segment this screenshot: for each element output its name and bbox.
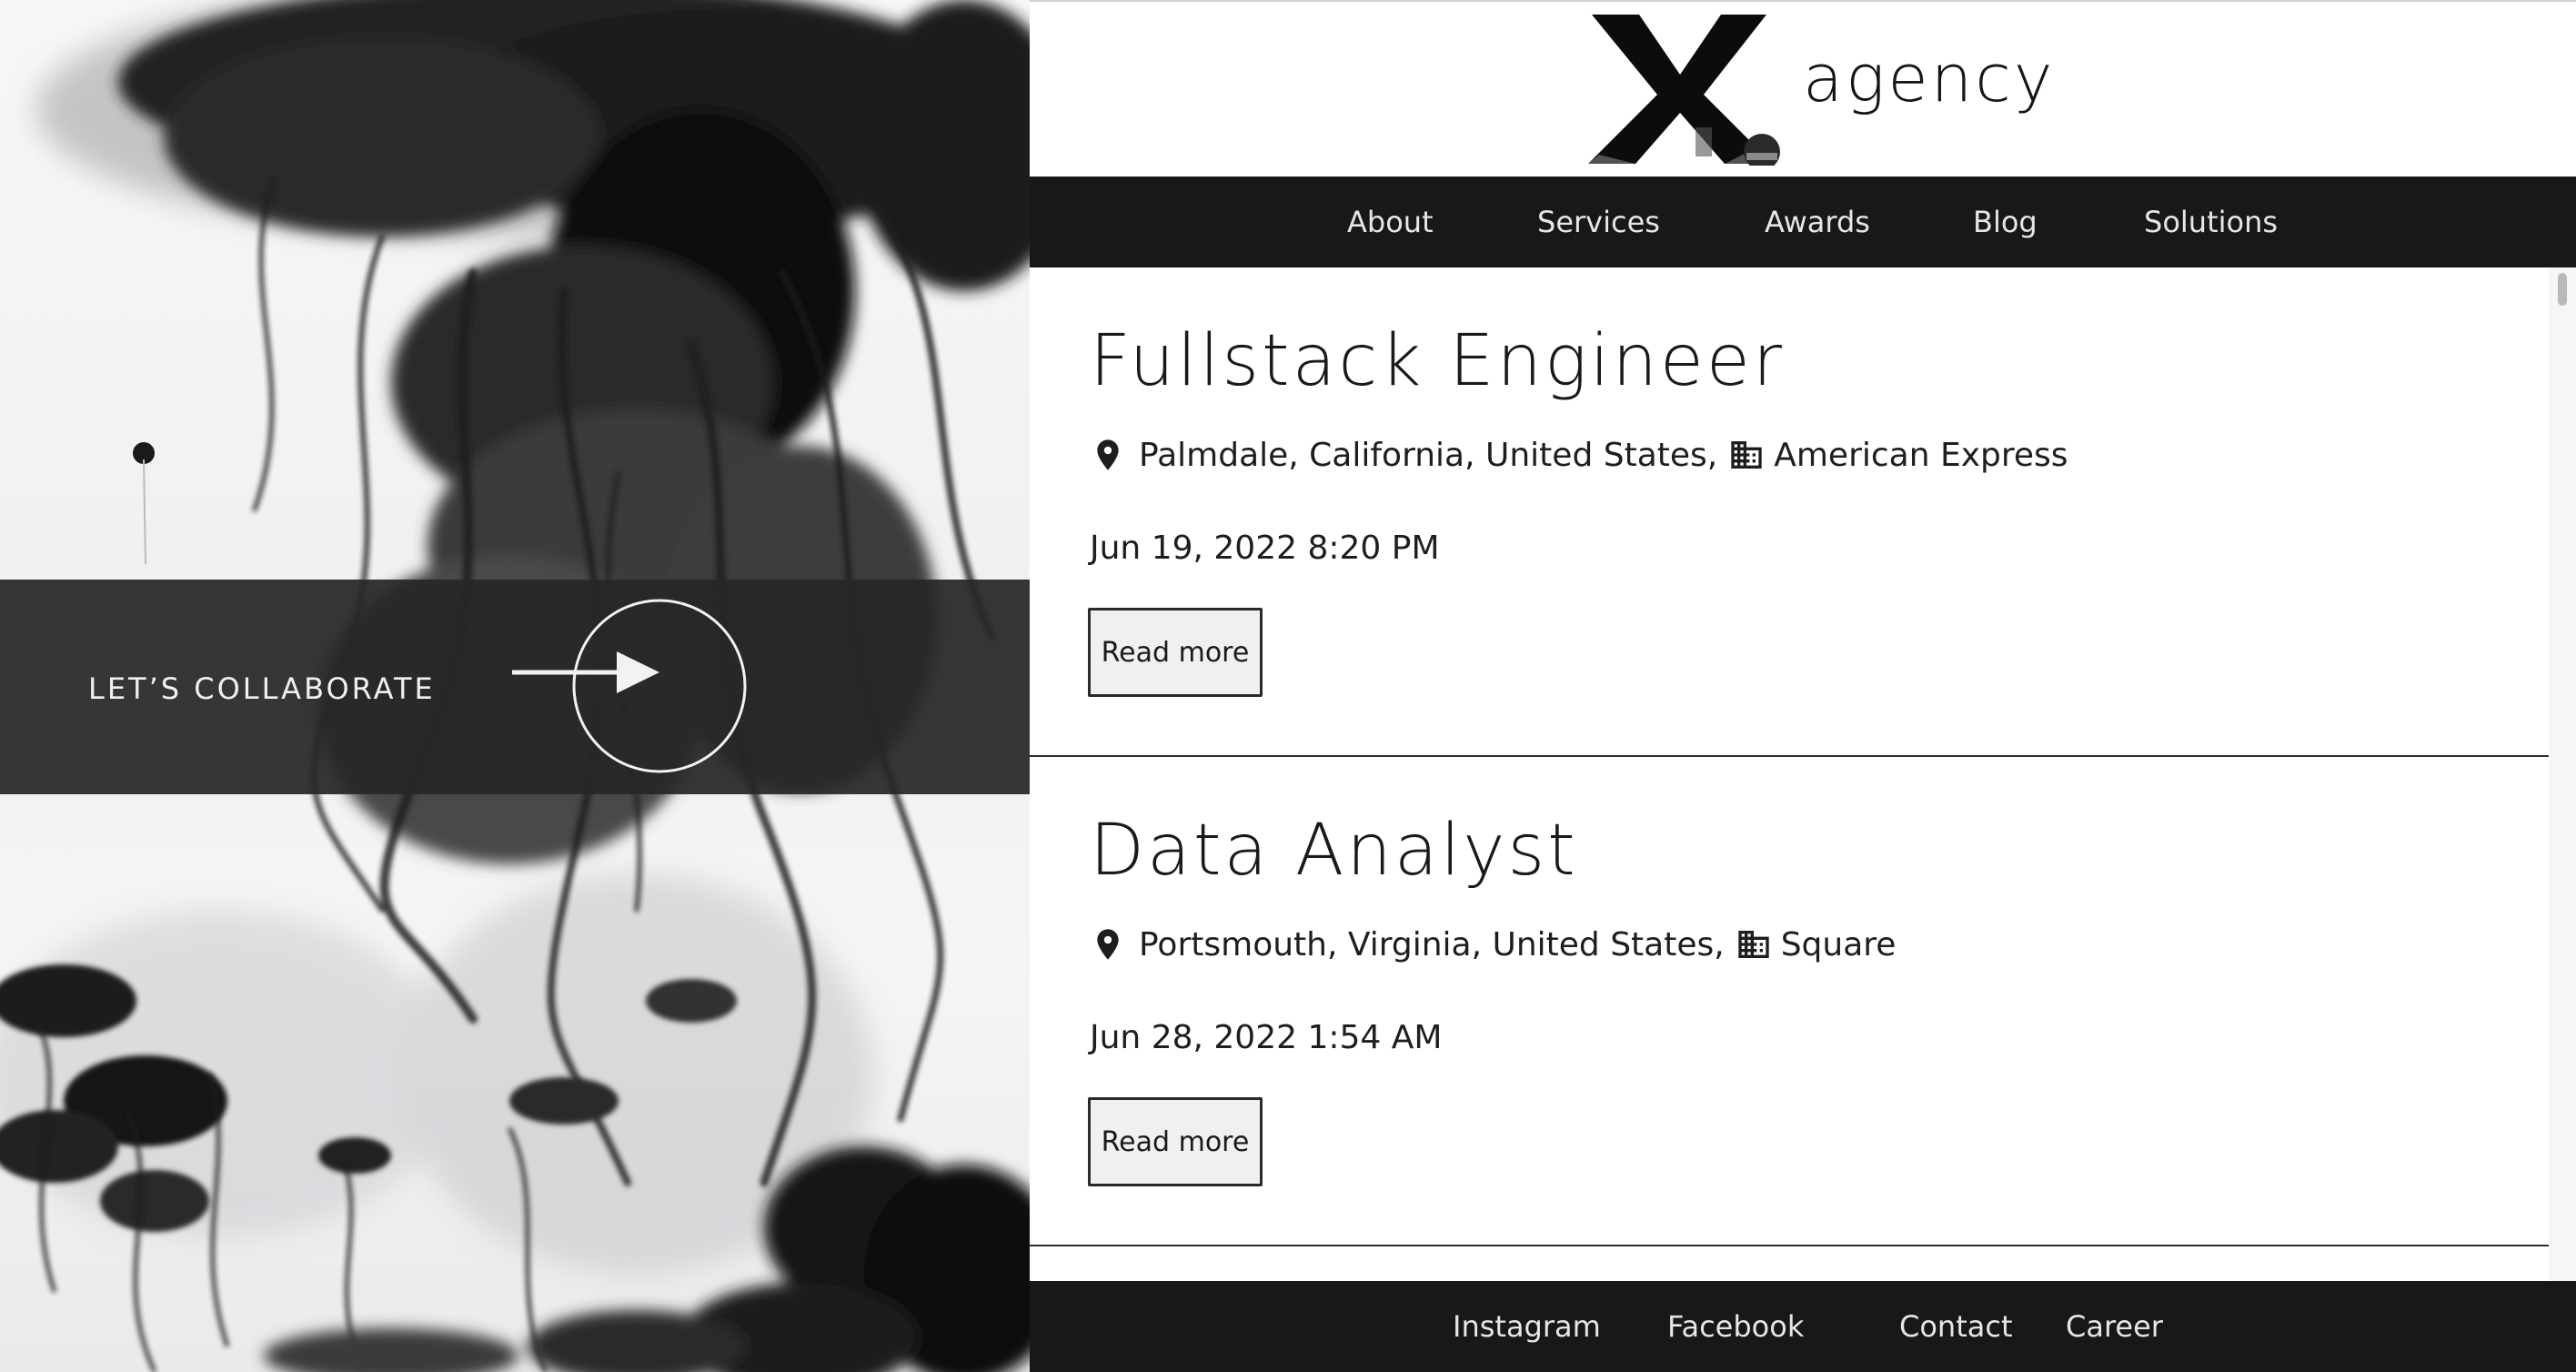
main-navigation: About Services Awards Blog Solutions	[1030, 177, 2576, 267]
scrollbar-thumb[interactable]	[2558, 273, 2567, 306]
job-listings: Fullstack Engineer Palmdale, California,…	[1030, 267, 2549, 1281]
hero-image-panel: LET’S COLLABORATE	[0, 0, 1030, 1372]
footer-facebook[interactable]: Facebook	[1667, 1281, 1804, 1372]
site-footer: Instagram Facebook Contact Career	[1030, 1281, 2576, 1372]
job-company: American Express	[1774, 436, 2068, 474]
location-pin-icon	[1097, 439, 1119, 470]
nav-awards[interactable]: Awards	[1765, 177, 1870, 267]
footer-instagram[interactable]: Instagram	[1453, 1281, 1601, 1372]
job-company: Square	[1780, 925, 1897, 963]
site-header: agency	[1030, 0, 2576, 177]
job-title[interactable]: Fullstack Engineer	[1090, 320, 1785, 402]
job-location: Palmdale, California, United States,	[1139, 436, 1718, 474]
job-date: Jun 28, 2022 1:54 AM	[1090, 1019, 1443, 1056]
job-title[interactable]: Data Analyst	[1090, 810, 1578, 892]
job-location: Portsmouth, Virginia, United States,	[1139, 925, 1725, 963]
vertical-scrollbar[interactable]	[2549, 267, 2576, 1281]
location-pin-icon	[1097, 929, 1119, 960]
building-icon	[1738, 931, 1769, 958]
job-date: Jun 19, 2022 8:20 PM	[1090, 530, 1440, 567]
job-card: Data Analyst Portsmouth, Virginia, Unite…	[1030, 757, 2549, 1246]
nav-solutions[interactable]: Solutions	[2144, 177, 2278, 267]
content-panel: agency About Services Awards Blog Soluti…	[1030, 0, 2576, 1372]
logo-x-mark[interactable]	[1586, 11, 1782, 166]
collaborate-label[interactable]: LET’S COLLABORATE	[88, 671, 436, 706]
footer-career[interactable]: Career	[2066, 1281, 2163, 1372]
arrow-right-icon[interactable]	[509, 597, 755, 779]
read-more-button[interactable]: Read more	[1088, 1097, 1263, 1186]
nav-services[interactable]: Services	[1537, 177, 1660, 267]
building-icon	[1731, 441, 1762, 469]
job-meta: Palmdale, California, United States, Ame…	[1090, 436, 2068, 474]
read-more-button[interactable]: Read more	[1088, 608, 1263, 697]
job-meta: Portsmouth, Virginia, United States, Squ…	[1090, 926, 1896, 963]
brand-name[interactable]: agency	[1803, 40, 2055, 116]
nav-about[interactable]: About	[1347, 177, 1434, 267]
footer-contact[interactable]: Contact	[1899, 1281, 2013, 1372]
job-card: Fullstack Engineer Palmdale, California,…	[1030, 267, 2549, 757]
nav-blog[interactable]: Blog	[1973, 177, 2038, 267]
